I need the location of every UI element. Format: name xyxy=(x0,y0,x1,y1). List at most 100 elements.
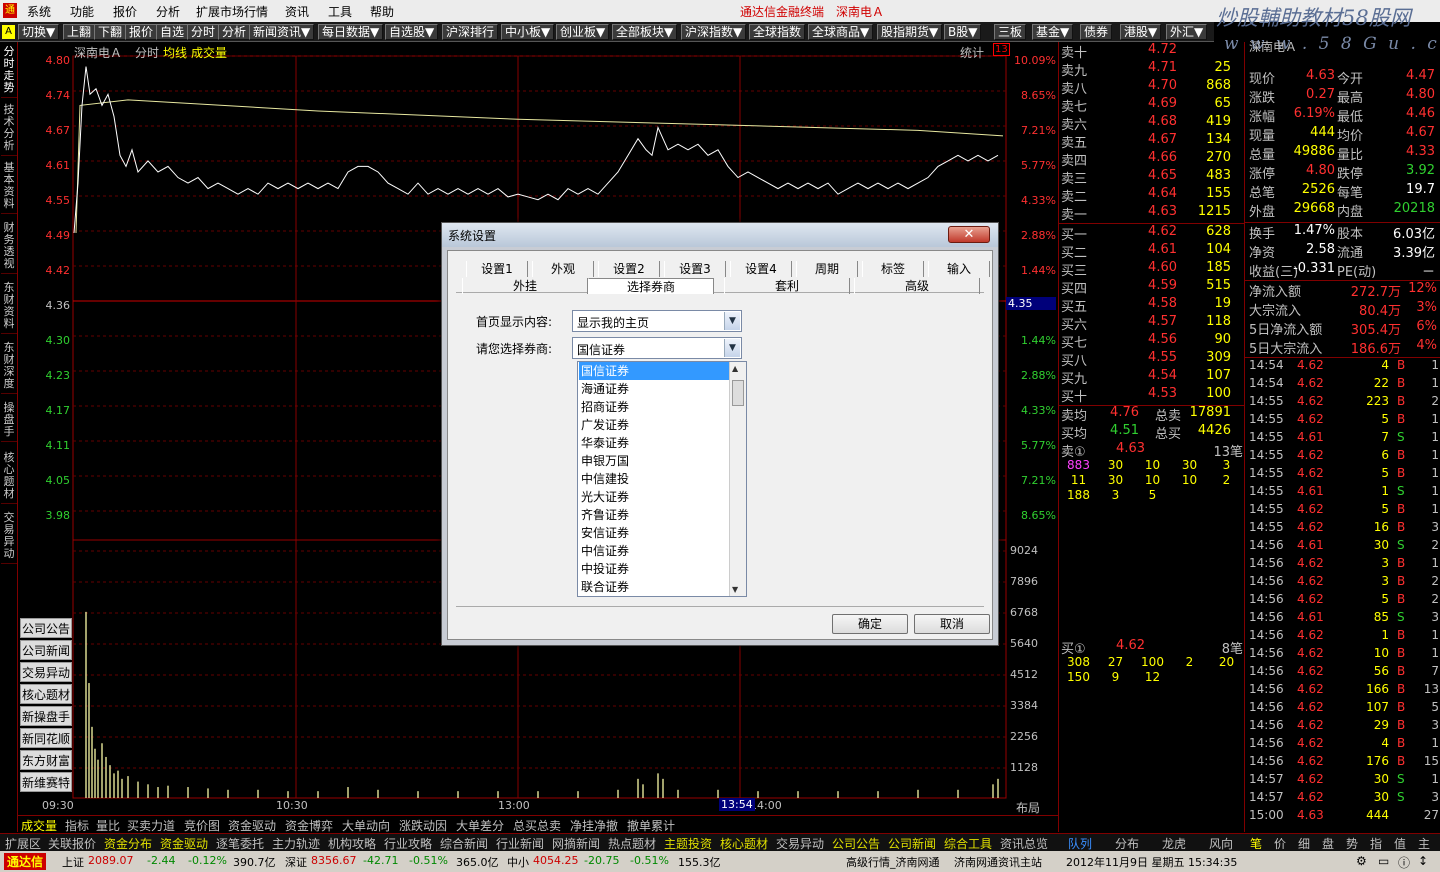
broker-listbox[interactable]: ▲ ▼ 国信证券 海通证券 招商证券 广发证券 华泰证券 申银万国 中信建投 光大证券 齐鲁证券… xyxy=(577,361,747,597)
tab-core-theme[interactable]: 核心题材 xyxy=(1,452,17,504)
toolbar-global-indices[interactable]: 全球指数 xyxy=(749,24,806,40)
broker-option[interactable]: 广发证券 xyxy=(579,416,729,434)
info-tab[interactable]: 指 xyxy=(1370,835,1382,852)
broker-option[interactable]: 中投证券 xyxy=(579,560,729,578)
quote-tab[interactable]: 龙虎 xyxy=(1162,835,1186,852)
toolbar-all-sectors[interactable]: 全部板块▼ xyxy=(612,24,678,40)
broker-option[interactable]: 中信证券 xyxy=(579,542,729,560)
info-tab[interactable]: 势 xyxy=(1346,835,1358,852)
scroll-thumb[interactable] xyxy=(732,380,744,406)
side-btn-tonghuashun[interactable]: 新同花顺 xyxy=(20,728,72,748)
dialog-tab[interactable]: 选择券商 xyxy=(588,278,714,294)
dialog-tab[interactable]: 周期 xyxy=(796,261,858,277)
tab-trade-anomaly[interactable]: 交易异动 xyxy=(1,512,17,564)
cancel-button[interactable]: 取消 xyxy=(914,614,990,634)
menu-system[interactable]: 系统 xyxy=(27,3,51,20)
broker-option[interactable]: 申银万国 xyxy=(579,452,729,470)
indicator-tab[interactable]: 大单动向 xyxy=(342,817,390,834)
toolbar-third-board[interactable]: 三板 xyxy=(994,24,1027,40)
function-tab[interactable]: 行业新闻 xyxy=(496,835,544,852)
indicator-tab[interactable]: 总买总卖 xyxy=(513,817,561,834)
listbox-scrollbar[interactable]: ▲ ▼ xyxy=(729,362,746,596)
dialog-tab[interactable]: 设置3 xyxy=(664,261,726,277)
indicator-tab[interactable]: 指标 xyxy=(65,817,89,834)
toolbar-indices[interactable]: 沪深指数▼ xyxy=(681,24,747,40)
info-tab[interactable]: 值 xyxy=(1394,835,1406,852)
info-tab[interactable]: 细 xyxy=(1298,835,1310,852)
function-tab[interactable]: 综合新闻 xyxy=(440,835,488,852)
homepage-select[interactable]: 显示我的主页 ▼ xyxy=(572,310,742,332)
news-server[interactable]: 济南网通资讯主站 xyxy=(954,854,1042,870)
toolbar-gem-board[interactable]: 创业板▼ xyxy=(556,24,610,40)
menu-function[interactable]: 功能 xyxy=(70,3,94,20)
menu-tools[interactable]: 工具 xyxy=(328,3,352,20)
info-icon[interactable]: ⓘ xyxy=(1398,854,1410,871)
toolbar-watchlist[interactable]: 自选 xyxy=(156,24,189,40)
side-btn-trade-anomaly[interactable]: 交易异动 xyxy=(20,662,72,682)
toolbar-funds[interactable]: 基金▼ xyxy=(1032,24,1074,40)
broker-option[interactable]: 联合证券 xyxy=(579,578,729,596)
tab-intraday[interactable]: 分时走势 xyxy=(1,46,17,98)
toolbar-page-down[interactable]: 下翻 xyxy=(94,24,127,40)
indicator-tab[interactable]: 大单差分 xyxy=(456,817,504,834)
toolbar-ranking[interactable]: 沪深排行 xyxy=(442,24,499,40)
broker-option[interactable]: 安信证券 xyxy=(579,524,729,542)
side-btn-eastmoney[interactable]: 东方财富 xyxy=(20,750,72,770)
scroll-up-icon[interactable]: ▲ xyxy=(732,364,738,373)
info-tab[interactable]: 盘 xyxy=(1322,835,1334,852)
toolbar-global-commodities[interactable]: 全球商品▼ xyxy=(808,24,874,40)
close-icon[interactable]: ✕ xyxy=(948,226,990,243)
function-tab[interactable]: 逐笔委托 xyxy=(216,835,264,852)
function-tab[interactable]: 公司公告 xyxy=(832,835,880,852)
function-tab[interactable]: 公司新闻 xyxy=(888,835,936,852)
tab-technical[interactable]: 技术分析 xyxy=(1,104,17,156)
dialog-tab[interactable]: 设置1 xyxy=(466,261,528,277)
toolbar-intraday[interactable]: 分时 xyxy=(187,24,220,40)
broker-option[interactable]: 国信证券 xyxy=(579,362,729,380)
dialog-tab[interactable]: 外挂 xyxy=(462,278,588,294)
broker-option[interactable]: 光大证券 xyxy=(579,488,729,506)
toolbar-sme-board[interactable]: 中小板▼ xyxy=(501,24,555,40)
function-tab[interactable]: 核心题材 xyxy=(720,835,768,852)
info-tab[interactable]: 主 xyxy=(1418,835,1430,852)
quote-tab[interactable]: 风向 xyxy=(1209,835,1233,852)
dialog-tab[interactable]: 高级 xyxy=(854,278,980,294)
dialog-tab[interactable]: 设置2 xyxy=(598,261,660,277)
function-tab[interactable]: 关联报价 xyxy=(48,835,96,852)
menu-help[interactable]: 帮助 xyxy=(370,3,394,20)
tab-trader[interactable]: 操盘手 xyxy=(1,402,17,442)
toolbar-switch[interactable]: 切换▼ xyxy=(18,24,60,40)
tab-eastmoney-depth[interactable]: 东财深度 xyxy=(1,342,17,394)
dialog-tab[interactable]: 输入 xyxy=(928,261,990,277)
function-tab[interactable]: 资金驱动 xyxy=(160,835,208,852)
indicator-tab[interactable]: 买卖力道 xyxy=(127,817,175,834)
toolbar-my-stocks[interactable]: 自选股▼ xyxy=(385,24,439,40)
side-btn-weisaite[interactable]: 新维赛特 xyxy=(20,772,72,792)
arrow-icon[interactable]: ↕ xyxy=(1418,854,1428,868)
tab-basic-info[interactable]: 基本资料 xyxy=(1,162,17,214)
side-btn-new-trader[interactable]: 新操盘手 xyxy=(20,706,72,726)
chart-stats-button[interactable]: 统计 xyxy=(960,44,984,61)
function-tab[interactable]: 主题投资 xyxy=(664,835,712,852)
broker-option[interactable]: 齐鲁证券 xyxy=(579,506,729,524)
toolbar-quote[interactable]: 报价 xyxy=(125,24,158,40)
chevron-down-icon[interactable]: ▼ xyxy=(724,339,740,357)
broker-option[interactable]: 华泰证券 xyxy=(579,434,729,452)
menu-news[interactable]: 资讯 xyxy=(285,3,309,20)
broker-option[interactable]: 中信建投 xyxy=(579,470,729,488)
toolbar-hk-stocks[interactable]: 港股▼ xyxy=(1120,24,1162,40)
toolbar-daily-data[interactable]: 每日数据▼ xyxy=(318,24,384,40)
function-tab[interactable]: 机构攻略 xyxy=(328,835,376,852)
menu-extended-market[interactable]: 扩展市场行情 xyxy=(196,3,268,20)
side-btn-company-news[interactable]: 公司新闻 xyxy=(20,640,72,660)
quote-tab[interactable]: 队列 xyxy=(1068,835,1092,852)
indicator-tab[interactable]: 资金驱动 xyxy=(228,817,276,834)
indicator-tab[interactable]: 资金博弈 xyxy=(285,817,333,834)
side-btn-announcements[interactable]: 公司公告 xyxy=(20,618,72,638)
function-tab[interactable]: 行业攻略 xyxy=(384,835,432,852)
layout-button[interactable]: 布局 xyxy=(1016,799,1040,816)
server-name[interactable]: 高级行情_济南网通 xyxy=(846,854,940,870)
indicator-tab[interactable]: 成交量 xyxy=(21,817,57,834)
toolbar-forex[interactable]: 外汇▼ xyxy=(1166,24,1208,40)
function-tab[interactable]: 综合工具 xyxy=(944,835,992,852)
